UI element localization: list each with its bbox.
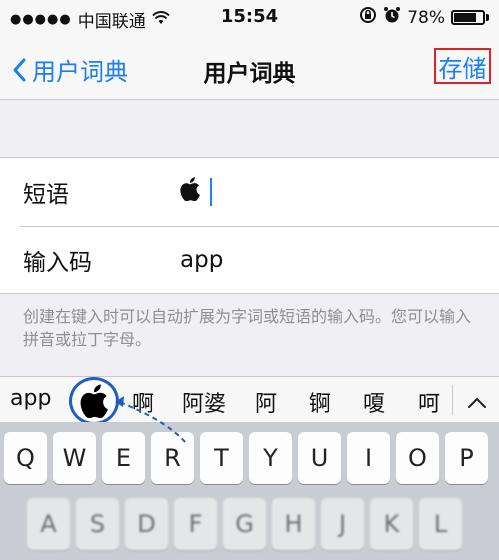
navigation-bar: 用户词典 用户词典 存储 <box>0 36 499 100</box>
key-k[interactable]: K <box>370 498 413 550</box>
battery-percent: 78% <box>407 7 445 28</box>
candidate-divider <box>452 385 453 415</box>
key-s[interactable]: S <box>76 498 119 550</box>
key-q[interactable]: Q <box>4 432 47 484</box>
key-a[interactable]: A <box>27 498 70 550</box>
candidate-item[interactable]: 阿 <box>255 386 277 418</box>
candidate-bar: app 啊 阿婆 阿 锕 嗄 呵 <box>0 376 499 425</box>
battery-level-fill <box>454 13 476 22</box>
candidate-item[interactable]: 阿婆 <box>182 386 226 418</box>
key-e[interactable]: E <box>102 432 145 484</box>
key-y[interactable]: Y <box>249 432 292 484</box>
key-o[interactable]: O <box>396 432 439 484</box>
status-right: 78% <box>359 6 489 29</box>
key-r[interactable]: R <box>151 432 194 484</box>
text-cursor <box>210 178 212 206</box>
apple-logo-icon <box>180 177 200 207</box>
shortcut-field[interactable]: app <box>180 247 223 273</box>
alarm-icon <box>383 6 401 29</box>
candidate-item[interactable]: 呵 <box>418 386 440 418</box>
status-bar: ●●●●● 中国联通 15:54 78% <box>0 0 499 36</box>
phrase-field[interactable] <box>180 177 212 207</box>
battery-icon <box>451 10 485 25</box>
key-f[interactable]: F <box>174 498 217 550</box>
candidate-typed-text[interactable]: app <box>10 386 51 411</box>
phrase-row[interactable]: 短语 <box>0 158 499 226</box>
shortcut-form: 短语 输入码 app <box>0 157 499 294</box>
candidate-item[interactable]: 啊 <box>132 386 154 418</box>
shortcut-label: 输入码 <box>23 250 92 276</box>
key-u[interactable]: U <box>298 432 341 484</box>
key-j[interactable]: J <box>321 498 364 550</box>
candidate-item[interactable]: 锕 <box>309 386 331 418</box>
keyboard: Q W E R T Y U I O P A S D F G H J K L <box>0 422 499 560</box>
rotation-lock-icon <box>359 6 377 29</box>
key-h[interactable]: H <box>272 498 315 550</box>
candidate-item[interactable]: 嗄 <box>363 386 385 418</box>
key-t[interactable]: T <box>200 432 243 484</box>
key-l[interactable]: L <box>419 498 462 550</box>
battery-tip <box>486 14 489 21</box>
candidate-apple-logo[interactable] <box>69 377 119 425</box>
key-p[interactable]: P <box>445 432 488 484</box>
key-w[interactable]: W <box>53 432 96 484</box>
page-title: 用户词典 <box>203 61 296 87</box>
key-d[interactable]: D <box>125 498 168 550</box>
section-spacer <box>0 101 499 157</box>
chevron-up-icon[interactable] <box>467 391 487 416</box>
apple-logo-icon <box>80 384 108 418</box>
shortcut-row[interactable]: 输入码 app <box>0 226 499 294</box>
save-button[interactable]: 存储 <box>434 48 491 84</box>
phrase-label: 短语 <box>23 182 69 208</box>
key-i[interactable]: I <box>347 432 390 484</box>
hint-text: 创建在键入时可以自动扩展为字词或短语的输入码。您可以输入拼音或拉丁字母。 <box>23 307 472 349</box>
key-g[interactable]: G <box>223 498 266 550</box>
